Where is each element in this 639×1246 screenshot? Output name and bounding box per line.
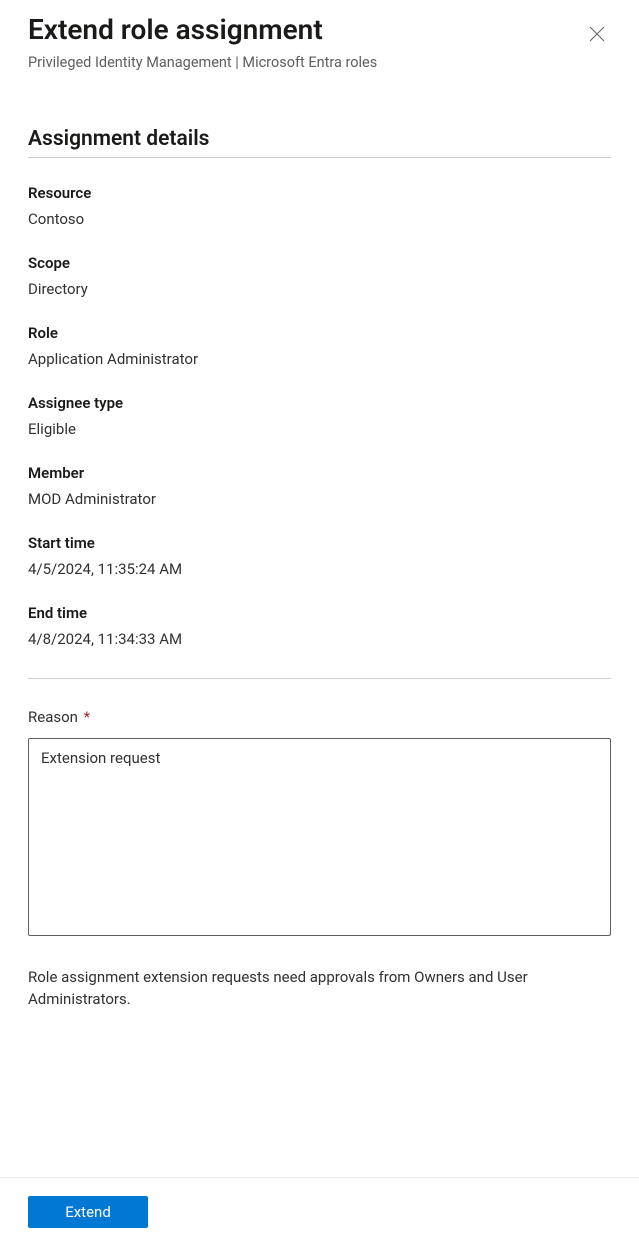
- field-label-scope: Scope: [28, 254, 611, 272]
- field-value-end-time: 4/8/2024, 11:34:33 AM: [28, 630, 611, 648]
- close-icon: [589, 30, 605, 45]
- field-scope: Scope Directory: [28, 254, 611, 298]
- close-button[interactable]: [583, 20, 611, 51]
- field-value-scope: Directory: [28, 280, 611, 298]
- required-marker: *: [84, 708, 90, 726]
- panel-subtitle: Privileged Identity Management | Microso…: [28, 54, 377, 71]
- field-role: Role Application Administrator: [28, 324, 611, 368]
- panel-header: Extend role assignment Privileged Identi…: [28, 12, 611, 71]
- panel-title: Extend role assignment: [28, 12, 377, 48]
- field-value-assignee-type: Eligible: [28, 420, 611, 438]
- field-value-role: Application Administrator: [28, 350, 611, 368]
- divider: [28, 678, 611, 679]
- reason-block: Reason *: [28, 707, 611, 940]
- field-label-member: Member: [28, 464, 611, 482]
- field-resource: Resource Contoso: [28, 184, 611, 228]
- reason-label-text: Reason: [28, 708, 78, 726]
- field-label-start-time: Start time: [28, 534, 611, 552]
- field-label-end-time: End time: [28, 604, 611, 622]
- reason-label: Reason *: [28, 708, 90, 726]
- extend-button[interactable]: Extend: [28, 1196, 148, 1228]
- field-value-start-time: 4/5/2024, 11:35:24 AM: [28, 560, 611, 578]
- field-label-assignee-type: Assignee type: [28, 394, 611, 412]
- field-assignee-type: Assignee type Eligible: [28, 394, 611, 438]
- approval-info-text: Role assignment extension requests need …: [28, 966, 611, 1010]
- field-label-resource: Resource: [28, 184, 611, 202]
- field-value-member: MOD Administrator: [28, 490, 611, 508]
- field-end-time: End time 4/8/2024, 11:34:33 AM: [28, 604, 611, 648]
- field-member: Member MOD Administrator: [28, 464, 611, 508]
- field-start-time: Start time 4/5/2024, 11:35:24 AM: [28, 534, 611, 578]
- field-value-resource: Contoso: [28, 210, 611, 228]
- panel-footer: Extend: [0, 1177, 639, 1246]
- field-label-role: Role: [28, 324, 611, 342]
- section-heading-assignment-details: Assignment details: [28, 127, 611, 158]
- reason-textarea[interactable]: [28, 738, 611, 936]
